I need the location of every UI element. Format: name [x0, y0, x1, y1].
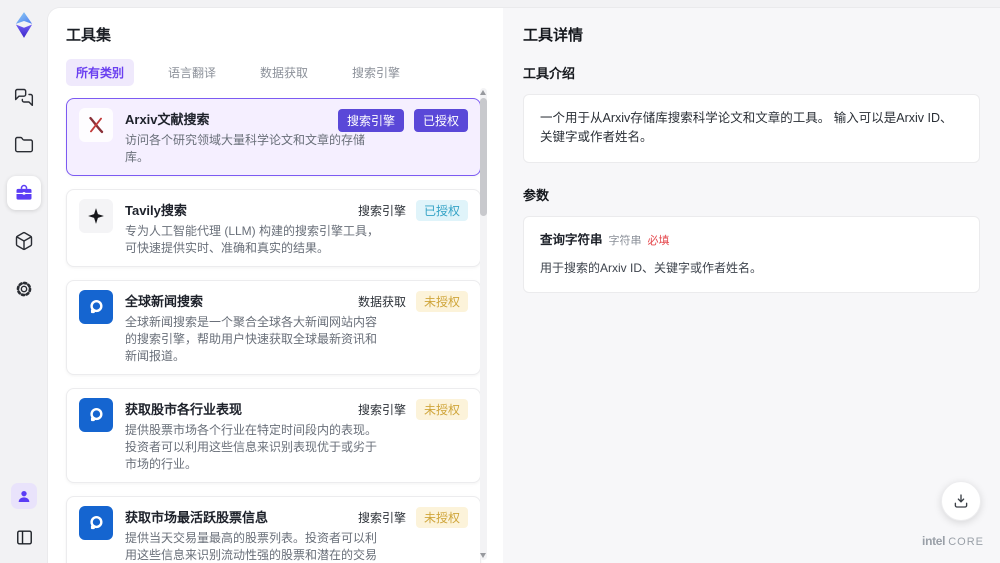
sidebar-item-files[interactable] [7, 128, 41, 162]
download-icon [954, 494, 968, 508]
rail-nav [7, 80, 41, 306]
tool-card-arxiv[interactable]: Arxiv文献搜索 访问各个研究领域大量科学论文和文章的存储库。 搜索引擎 已授… [66, 98, 481, 176]
rail-bottom [10, 483, 38, 563]
user-avatar[interactable] [11, 483, 37, 509]
auth-status-badge: 未授权 [415, 399, 468, 420]
category-tabs: 所有类别 语言翻译 数据获取 搜索引擎 [66, 59, 503, 86]
param-required-flag: 必填 [647, 234, 670, 247]
card-meta: 搜索引擎 已授权 [358, 200, 468, 221]
card-meta: 搜索引擎 已授权 [337, 109, 468, 132]
tab-search-engine[interactable]: 搜索引擎 [342, 59, 410, 86]
package-icon [14, 231, 34, 251]
param-type: 字符串 [608, 234, 642, 247]
tool-card-global-news[interactable]: 全球新闻搜索 全球新闻搜索是一个聚合全球各大新闻网站内容的搜索引擎，帮助用户快速… [66, 280, 481, 375]
tavily-star-icon [79, 199, 113, 233]
param-box: 查询字符串 字符串 必填 用于搜索的Arxiv ID、关键字或作者姓名。 [523, 215, 980, 293]
scroll-up-arrow[interactable] [480, 90, 486, 95]
auth-status-badge: 未授权 [415, 291, 468, 312]
news-app-icon [79, 506, 113, 540]
auth-status-badge: 已授权 [413, 109, 468, 132]
tool-card-tavily[interactable]: Tavily搜索 专为人工智能代理 (LLM) 构建的搜索引擎工具，可快速提供实… [66, 189, 481, 267]
tab-all-categories[interactable]: 所有类别 [66, 59, 135, 86]
gem-logo-icon [15, 12, 33, 38]
tool-card-most-active-stocks[interactable]: 获取市场最活跃股票信息 提供当天交易量最高的股票列表。投资者可以利用这些信息来识… [66, 496, 481, 563]
sidebar-item-settings[interactable] [7, 272, 41, 306]
card-meta: 搜索引擎 未授权 [358, 507, 468, 528]
auth-status-badge: 已授权 [415, 200, 468, 221]
panel-toggle-button[interactable] [10, 523, 38, 551]
tool-description: 访问各个研究领域大量科学论文和文章的存储库。 [125, 133, 366, 164]
tool-list-panel: 工具集 所有类别 语言翻译 数据获取 搜索引擎 Arxiv文献搜索 访问各个研究… [48, 8, 503, 563]
arxiv-icon [79, 108, 113, 142]
category-label: 搜索引擎 [357, 204, 406, 218]
card-meta: 数据获取 未授权 [358, 291, 468, 312]
sidebar-item-packages[interactable] [7, 224, 41, 258]
brand-core: core [948, 536, 984, 548]
intro-box: 一个用于从Arxiv存储库搜索科学论文和文章的工具。 输入可以是Arxiv ID… [523, 94, 980, 163]
tool-description: 全球新闻搜索是一个聚合全球各大新闻网站内容的搜索引擎，帮助用户快速获取全球最新资… [125, 315, 378, 363]
param-description: 用于搜索的Arxiv ID、关键字或作者姓名。 [540, 261, 763, 276]
main-area: 工具集 所有类别 语言翻译 数据获取 搜索引擎 Arxiv文献搜索 访问各个研究… [48, 8, 1000, 563]
news-app-icon [79, 398, 113, 432]
sidebar-item-tools[interactable] [7, 176, 41, 210]
toolbox-icon [14, 183, 34, 203]
category-label: 搜索引擎 [357, 511, 406, 525]
intel-core-logo: intel core [922, 534, 984, 548]
auth-status-badge: 未授权 [415, 507, 468, 528]
tool-detail-panel: 工具详情 工具介绍 一个用于从Arxiv存储库搜索科学论文和文章的工具。 输入可… [503, 8, 1000, 563]
tool-card-sector-performance[interactable]: 获取股市各行业表现 提供股票市场各个行业在特定时间段内的表现。投资者可以利用这些… [66, 388, 481, 483]
detail-title: 工具详情 [523, 27, 584, 44]
tool-description: 提供当天交易量最高的股票列表。投资者可以利用这些信息来识别流动性强的股票和潜在的… [125, 531, 378, 562]
settings-gear-icon [14, 279, 34, 299]
brand-intel: intel [922, 534, 946, 548]
left-rail [0, 0, 48, 563]
panel-toggle-icon [15, 528, 34, 547]
list-scrollbar[interactable] [480, 88, 487, 560]
download-button[interactable] [941, 481, 981, 521]
category-label: 数据获取 [357, 295, 406, 309]
params-heading: 参数 [523, 187, 550, 203]
scrollbar-thumb[interactable] [480, 98, 487, 216]
tool-list: Arxiv文献搜索 访问各个研究领域大量科学论文和文章的存储库。 搜索引擎 已授… [66, 98, 481, 563]
scroll-down-arrow[interactable] [480, 553, 486, 558]
app-logo [9, 10, 39, 40]
page-title: 工具集 [66, 27, 112, 44]
folder-icon [14, 135, 34, 155]
intro-heading: 工具介绍 [523, 66, 576, 81]
news-app-icon [79, 290, 113, 324]
user-avatar-icon [18, 491, 30, 502]
category-label: 搜索引擎 [357, 403, 406, 417]
sidebar-item-chat[interactable] [7, 80, 41, 114]
param-name: 查询字符串 [540, 232, 603, 247]
category-badge: 搜索引擎 [337, 109, 404, 132]
chat-icon [14, 87, 34, 107]
tab-data-fetch[interactable]: 数据获取 [250, 59, 318, 86]
card-meta: 搜索引擎 未授权 [358, 399, 468, 420]
param-header: 查询字符串 字符串 必填 [540, 231, 963, 250]
tab-translation[interactable]: 语言翻译 [158, 59, 226, 86]
tool-description: 专为人工智能代理 (LLM) 构建的搜索引擎工具，可快速提供实时、准确和真实的结… [125, 224, 380, 255]
tool-description: 提供股票市场各个行业在特定时间段内的表现。投资者可以利用这些信息来识别表现优于或… [125, 423, 378, 471]
